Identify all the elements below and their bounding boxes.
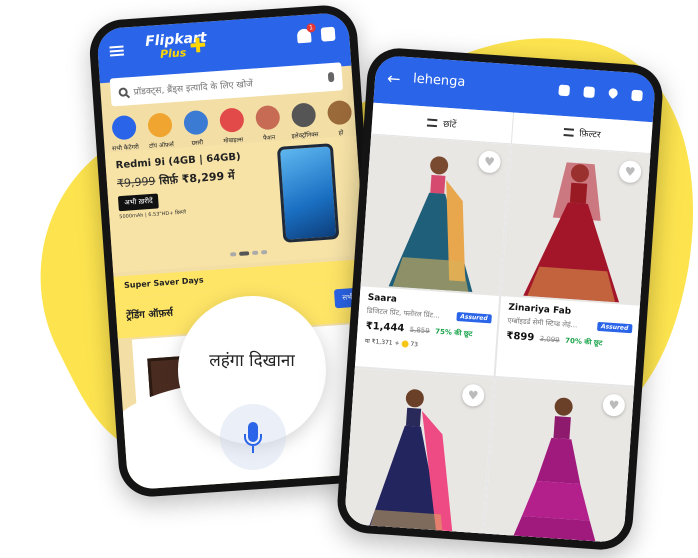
wishlist-icon[interactable] (606, 86, 620, 100)
product-title: एम्ब्रॉइडर्ड सेमी स्टिच्ड लेहं... (507, 316, 578, 330)
menu-icon[interactable] (109, 45, 125, 57)
category-item[interactable]: मोबाइल्स (214, 107, 250, 145)
category-item[interactable]: टॉप ऑफ़र्स (142, 112, 178, 150)
cart-icon[interactable] (631, 89, 643, 102)
voice-query-text: लहंगा दिखाना (209, 351, 295, 371)
sort-label: छांटें (442, 119, 457, 131)
assured-badge: Assured (455, 312, 492, 324)
buy-now-button[interactable]: अभी ख़रीदें (117, 193, 160, 212)
coin-offer: या ₹1,371 + 73 (364, 337, 418, 349)
category-item[interactable]: फैशन (250, 104, 286, 142)
product-grid: ♥ Saara डिजिटल प्रिंट, फ्लोरल प्रिंट... … (343, 134, 651, 544)
sort-icon (427, 118, 438, 127)
product-mrp: 5,859 (409, 325, 430, 336)
category-icon (326, 99, 353, 126)
product-mrp: 3,099 (539, 334, 560, 345)
product-card[interactable]: ♥ Saara डिजिटल प्रिंट, फ्लोरल प्रिंट... … (354, 134, 510, 376)
carousel-dots[interactable] (230, 249, 268, 257)
filter-label: फ़िल्टर (578, 129, 601, 141)
coin-count: 73 (410, 340, 419, 349)
filter-icon (563, 127, 574, 137)
search-icon[interactable] (558, 84, 571, 97)
product-card[interactable]: ♥ (343, 368, 494, 544)
assured-badge: Assured (596, 321, 633, 334)
back-arrow-icon[interactable]: ← (386, 69, 401, 89)
promo-spec: 5000mAh | 6.53"HD+ डिस्प्ले (119, 209, 187, 221)
category-icon (290, 102, 317, 128)
category-icon (183, 109, 209, 136)
close-icon[interactable]: ✕ (132, 375, 147, 395)
notification-bell-icon[interactable]: 1 (296, 23, 316, 44)
promo-banner[interactable]: Redmi 9i (4GB | 64GB) ₹9,999 सिर्फ़ ₹8,2… (104, 135, 365, 273)
product-price: ₹1,444 (365, 320, 405, 335)
search-placeholder: प्रॉडक्ट्स, ब्रैंड्स इत्यादि के लिए खोजे… (133, 79, 254, 98)
product-title: डिजिटल प्रिंट, फ्लोरल प्रिंट... (366, 306, 441, 320)
right-phone-screen: ← lehenga छांटें फ़िल्टर ♥ Saara डिजिटल … (343, 54, 657, 544)
product-brand: Saara (367, 292, 398, 305)
product-brand: Zinariya Fab (508, 302, 572, 317)
promo-price: ₹9,999 सिर्फ़ ₹8,299 में (116, 168, 235, 191)
category-item[interactable]: सभी कैटेगरी (106, 114, 142, 153)
trending-title: ट्रेंडिंग ऑफ़र्स (125, 307, 174, 322)
price-row: ₹1,444 5,859 75% की छूट (365, 321, 472, 339)
plus-logo-icon: ✚ (188, 32, 208, 58)
promo-offer: सिर्फ़ ₹8,299 में (158, 169, 235, 188)
right-phone: ← lehenga छांटें फ़िल्टर ♥ Saara डिजिटल … (335, 46, 665, 552)
product-price: ₹899 (506, 330, 535, 344)
notification-badge: 1 (306, 23, 316, 33)
mic-icon[interactable] (583, 86, 596, 99)
coin-offer-text: या ₹1,371 + (364, 337, 400, 348)
category-icon (254, 104, 281, 131)
category-item[interactable]: ग्रसरी (178, 109, 214, 147)
super-saver-label: Super Saver Days (123, 275, 204, 291)
cart-icon[interactable] (320, 26, 336, 42)
category-item[interactable]: इलेक्ट्रॉनिक्स (286, 102, 322, 140)
category-icon (147, 112, 173, 138)
mic-icon[interactable] (327, 71, 335, 83)
search-query[interactable]: lehenga (413, 71, 466, 90)
product-card[interactable]: ♥ Zinariya Fab एम्ब्रॉइडर्ड सेमी स्टिच्ड… (495, 144, 651, 386)
promo-old-price: ₹9,999 (116, 174, 156, 191)
price-row: ₹899 3,099 70% की छूट (506, 331, 603, 349)
product-discount: 75% की छूट (434, 327, 473, 339)
product-discount: 70% की छूट (564, 336, 603, 348)
category-icon (111, 114, 137, 141)
category-item[interactable]: हो (322, 99, 358, 137)
category-icon (219, 107, 245, 133)
voice-mic-icon[interactable] (236, 418, 270, 460)
phone-product-image (276, 143, 340, 243)
product-card[interactable]: ♥ (483, 377, 635, 544)
search-icon (118, 86, 128, 97)
supercoin-icon (401, 340, 409, 348)
